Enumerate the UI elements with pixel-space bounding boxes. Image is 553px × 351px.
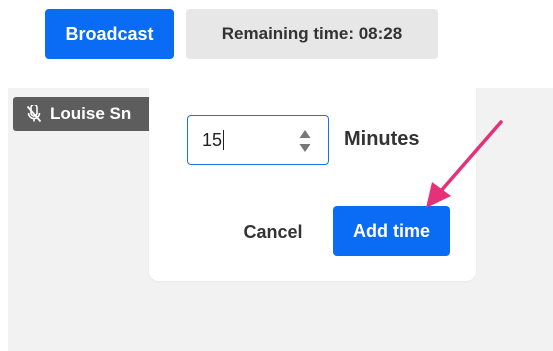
microphone-off-icon bbox=[26, 105, 42, 123]
cancel-button[interactable]: Cancel bbox=[228, 212, 318, 252]
stepper-arrows-icon[interactable] bbox=[298, 128, 312, 154]
annotation-arrow-icon bbox=[426, 120, 503, 208]
page: Broadcast Remaining time: 08:28 Louise S… bbox=[0, 0, 553, 351]
minutes-input[interactable]: 15 bbox=[187, 115, 329, 165]
participant-name-tag: Louise Sn bbox=[13, 97, 163, 131]
minutes-input-value: 15 bbox=[202, 129, 223, 150]
broadcast-button[interactable]: Broadcast bbox=[45, 9, 174, 59]
minutes-label: Minutes bbox=[344, 128, 420, 150]
text-caret bbox=[223, 130, 225, 150]
participant-name: Louise Sn bbox=[50, 104, 132, 123]
remaining-time-badge: Remaining time: 08:28 bbox=[186, 9, 438, 59]
